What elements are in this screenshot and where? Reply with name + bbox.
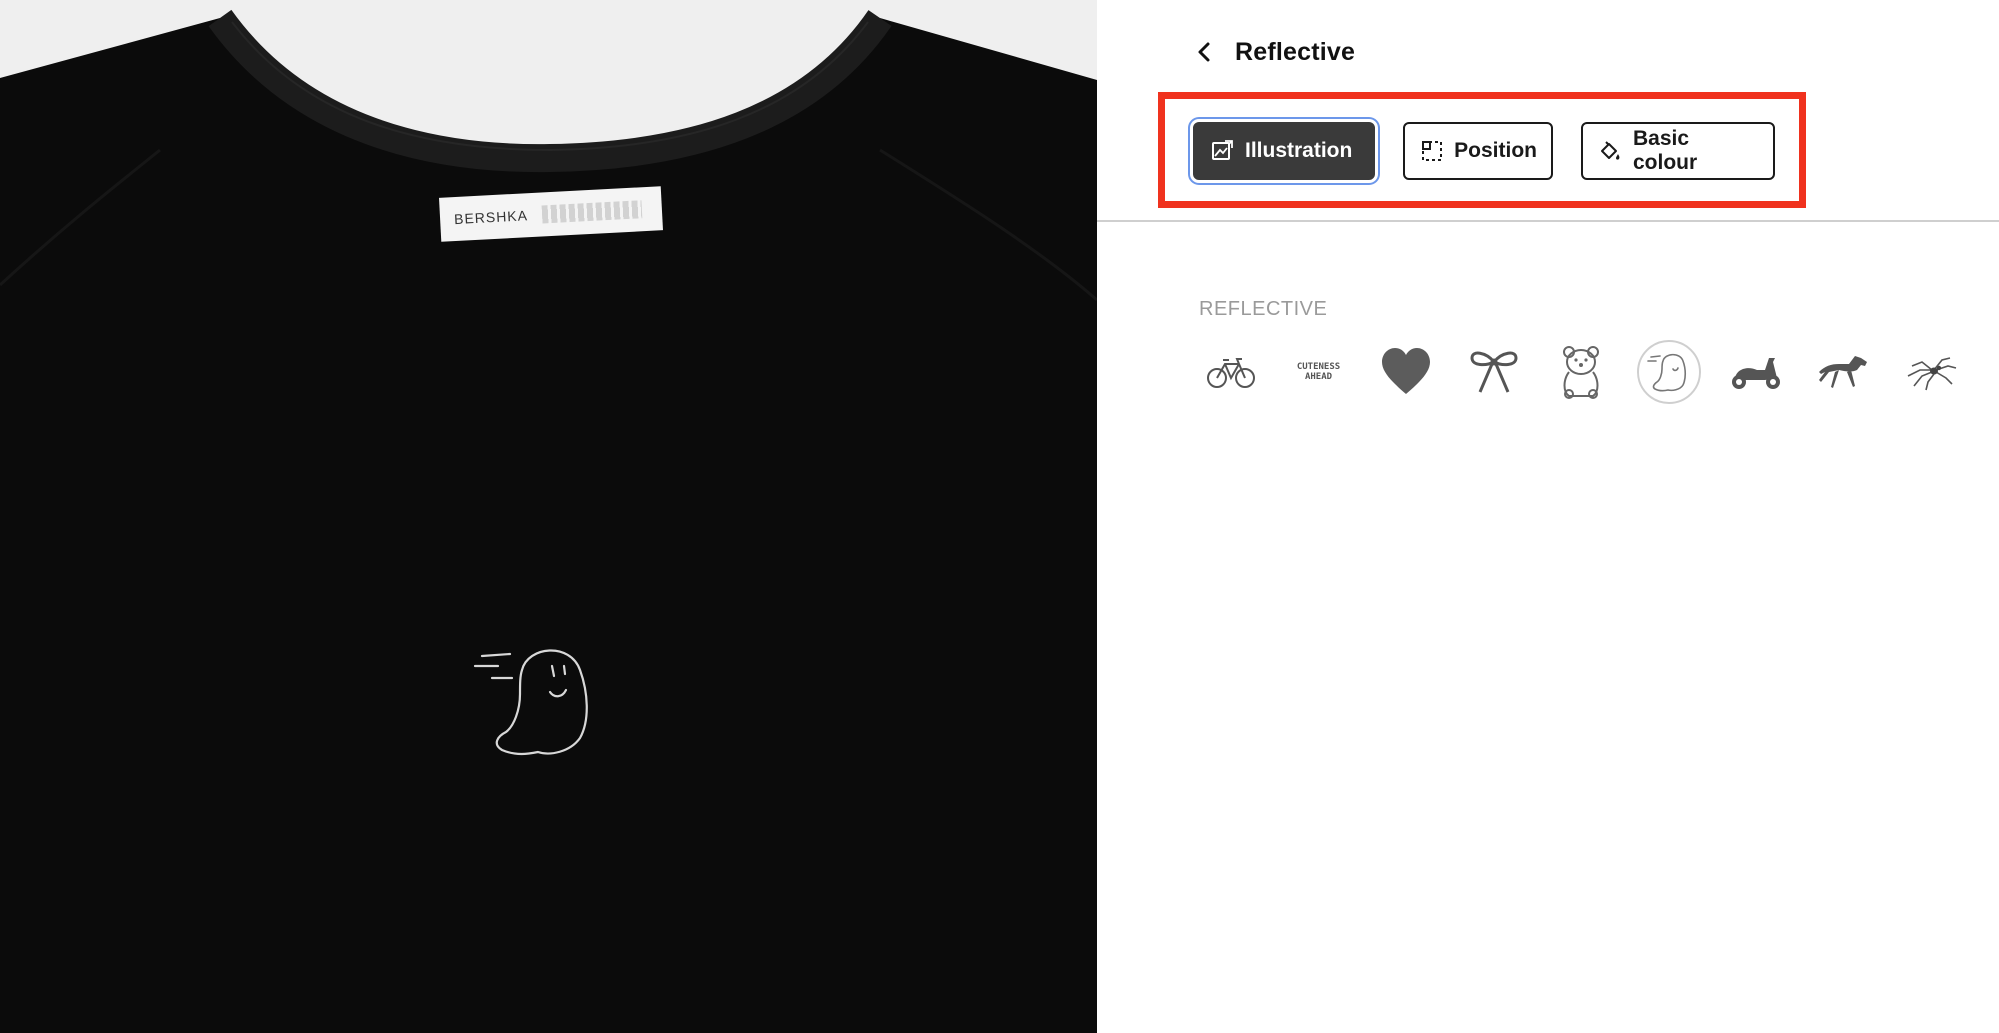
spider-icon bbox=[1907, 357, 1957, 391]
label-fine-print bbox=[541, 200, 643, 224]
customization-panel: Reflective Illustration Position Basic c… bbox=[1097, 0, 1999, 1033]
tab-label: Basic colour bbox=[1632, 127, 1698, 174]
bow-icon bbox=[1470, 351, 1517, 393]
panel-title: Reflective bbox=[1235, 37, 1356, 66]
illustration-teddy-bear[interactable] bbox=[1549, 340, 1613, 404]
teddy-bear-icon bbox=[1563, 346, 1599, 399]
tab-basic-colour[interactable]: Basic colour bbox=[1581, 122, 1775, 180]
product-preview: BERSHKA bbox=[0, 0, 1097, 1033]
scooter-icon bbox=[1732, 358, 1780, 389]
tab-label: Position bbox=[1454, 139, 1537, 162]
image-edit-icon bbox=[1209, 138, 1235, 164]
illustration-list: CUTENESS AHEAD bbox=[1199, 340, 1987, 404]
illustration-bow[interactable] bbox=[1462, 340, 1526, 404]
illustration-bicycle[interactable] bbox=[1199, 340, 1263, 404]
tab-position[interactable]: Position bbox=[1403, 122, 1553, 180]
illustration-cuteness-ahead[interactable]: CUTENESS AHEAD bbox=[1287, 340, 1351, 404]
tshirt-image bbox=[0, 0, 1097, 1033]
illustration-text: CUTENESS AHEAD bbox=[1296, 362, 1341, 382]
position-icon bbox=[1419, 138, 1444, 164]
ghost-icon bbox=[1646, 353, 1686, 392]
brand-label-text: BERSHKA bbox=[453, 207, 529, 228]
back-button[interactable] bbox=[1189, 37, 1219, 67]
illustration-heart[interactable] bbox=[1374, 340, 1438, 404]
divider bbox=[1097, 220, 1999, 222]
horse-icon bbox=[1818, 356, 1867, 388]
illustration-scooter[interactable] bbox=[1724, 340, 1788, 404]
ghost-print bbox=[473, 649, 588, 756]
customizer-page: BERSHKA Reflective Illustration Position… bbox=[0, 0, 1999, 1033]
tab-label: Illustration bbox=[1245, 139, 1353, 162]
illustration-spider[interactable] bbox=[1899, 340, 1963, 404]
illustration-ghost[interactable] bbox=[1636, 340, 1701, 404]
tab-illustration[interactable]: Illustration bbox=[1193, 122, 1375, 180]
chevron-left-icon bbox=[1198, 42, 1210, 62]
paint-bucket-icon bbox=[1597, 138, 1623, 164]
illustration-horse[interactable] bbox=[1812, 340, 1876, 404]
option-tabs: Illustration Position Basic colour bbox=[1193, 122, 1803, 180]
cuteness-ahead-text-icon: CUTENESS AHEAD bbox=[1287, 362, 1351, 382]
bicycle-icon bbox=[1207, 358, 1255, 388]
panel-header: Reflective bbox=[1189, 32, 1355, 72]
section-label: REFLECTIVE bbox=[1199, 298, 1328, 320]
heart-icon bbox=[1382, 348, 1430, 394]
